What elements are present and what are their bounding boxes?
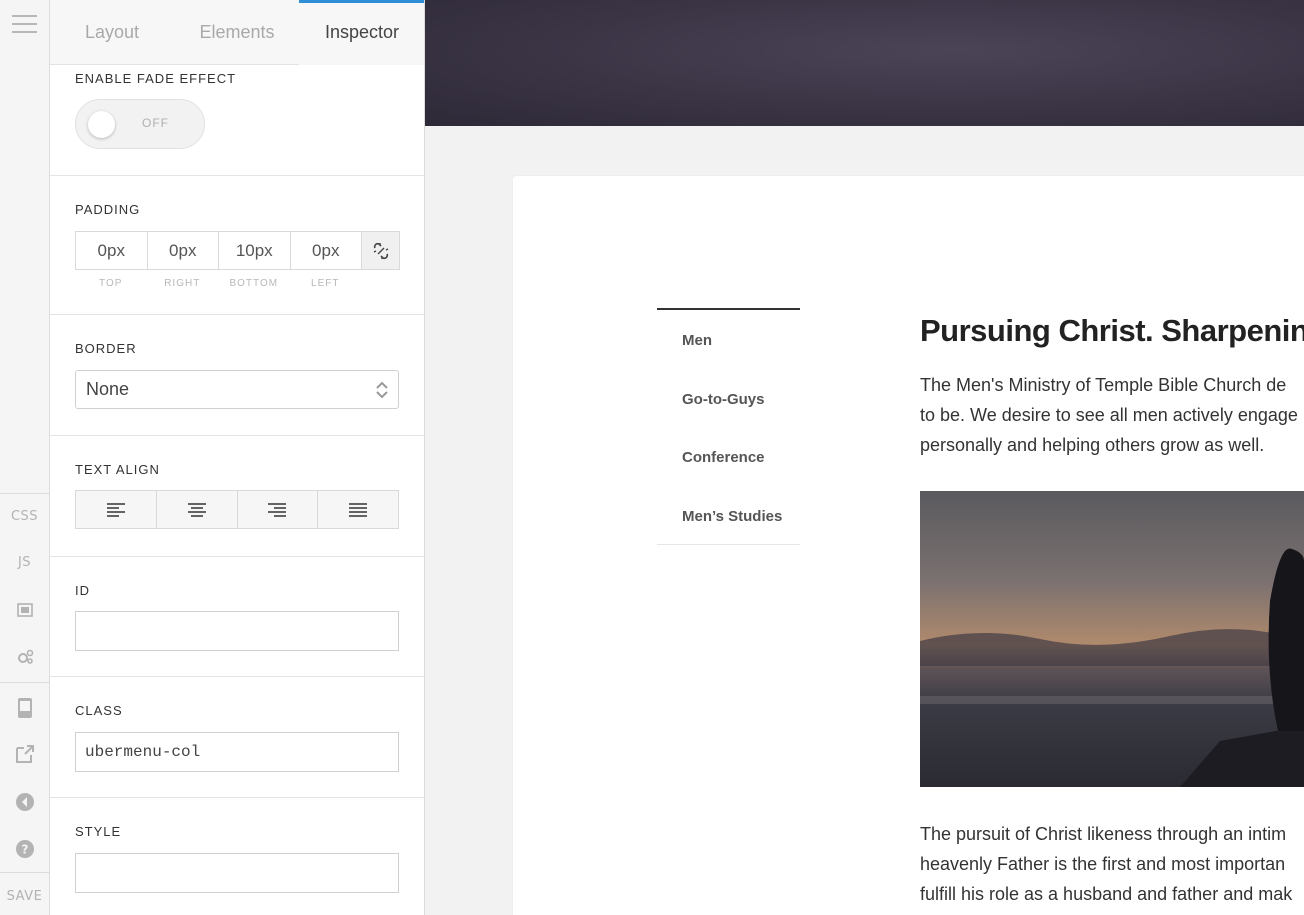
id-label: ID [75,583,90,598]
subnav-item-conference[interactable]: Conference [657,427,800,486]
inspector-panel: Layout Elements Inspector ENABLE FADE EF… [50,0,425,915]
fade-toggle[interactable]: OFF [75,99,205,149]
help-icon[interactable]: ? [0,838,49,863]
caption-left: LEFT [311,278,340,289]
subnav-item-mens-studies[interactable]: Men’s Studies [657,486,800,545]
page-heading: Pursuing Christ. Sharpening [920,313,1304,348]
toggle-state: OFF [142,116,169,130]
rail-divider [0,493,49,494]
padding-section: PADDING 0px 0px 10px 0px TOP RIGHT BOTTO… [50,176,424,315]
padding-label: PADDING [75,202,141,217]
hamburger-icon[interactable] [12,15,37,33]
id-section: ID [50,557,424,677]
border-select[interactable]: None [75,370,399,409]
style-section: STYLE [50,798,424,915]
text-align-buttons [75,490,399,529]
fade-label: ENABLE FADE EFFECT [75,71,237,86]
align-justify-icon [349,502,368,517]
class-input[interactable] [75,732,399,772]
sunset-photo [920,491,1304,787]
save-button[interactable]: SAVE [0,889,49,904]
caption-bottom: BOTTOM [229,278,279,289]
body-line: heavenly Father is the first and most im… [920,854,1286,874]
responsive-preview-icon[interactable] [0,697,49,722]
text-align-section: TEXT ALIGN [50,436,424,557]
css-button[interactable]: CSS [0,509,49,524]
tab-inspector[interactable]: Inspector [299,0,424,65]
padding-captions: TOP RIGHT BOTTOM LEFT [75,278,361,289]
border-section: BORDER None [50,315,424,436]
icon-rail: CSS JS ? SAVE [0,0,50,915]
body-line: fulfill his role as a husband and father… [920,884,1293,904]
padding-bottom-input[interactable]: 10px [218,231,290,270]
subnav-item-go-to-guys[interactable]: Go-to-Guys [657,369,800,428]
style-input[interactable] [75,853,399,893]
tab-layout[interactable]: Layout [50,0,174,65]
collapse-icon[interactable] [0,791,49,816]
caption-right: RIGHT [164,278,201,289]
intro-line: to be. We desire to see all men actively… [920,405,1298,425]
sub-navigation: Men Go-to-Guys Conference Men’s Studies [657,308,800,545]
external-link-icon[interactable] [0,743,49,768]
rail-divider [0,872,49,873]
hero-banner [425,0,1304,126]
js-button[interactable]: JS [0,555,49,570]
padding-right-input[interactable]: 0px [146,231,218,270]
caption-top: TOP [99,278,123,289]
unlink-icon[interactable] [361,231,400,270]
fade-section: ENABLE FADE EFFECT OFF [50,65,424,176]
tab-elements[interactable]: Elements [175,0,299,65]
padding-left-input[interactable]: 0px [289,231,361,270]
body-line: The pursuit of Christ likeness through a… [920,824,1287,844]
template-icon[interactable] [0,601,49,622]
class-section: CLASS [50,677,424,798]
align-left-button[interactable] [76,491,157,528]
align-justify-button[interactable] [318,491,398,528]
border-label: BORDER [75,341,137,356]
intro-line: The Men's Ministry of Temple Bible Churc… [920,375,1287,395]
border-select-value: None [86,379,130,399]
align-right-icon [268,502,287,517]
subnav-item-men[interactable]: Men [657,310,800,369]
intro-line: personally and helping others grow as we… [920,435,1265,455]
align-center-button[interactable] [157,491,238,528]
rail-divider [0,682,49,683]
svg-text:?: ? [21,843,28,857]
toggle-knob [88,111,115,138]
select-arrows-icon [376,381,388,399]
align-right-button[interactable] [238,491,319,528]
class-label: CLASS [75,703,123,718]
settings-gears-icon[interactable] [0,648,49,669]
padding-top-input[interactable]: 0px [75,231,147,270]
id-input[interactable] [75,611,399,651]
panel-tabs: Layout Elements Inspector [50,0,424,65]
align-center-icon [187,502,206,517]
body-paragraph: The pursuit of Christ likeness through a… [920,819,1304,909]
text-align-label: TEXT ALIGN [75,462,160,477]
align-left-icon [106,502,125,517]
style-label: STYLE [75,824,122,839]
padding-inputs: 0px 0px 10px 0px [75,231,400,270]
intro-paragraph: The Men's Ministry of Temple Bible Churc… [920,370,1304,460]
